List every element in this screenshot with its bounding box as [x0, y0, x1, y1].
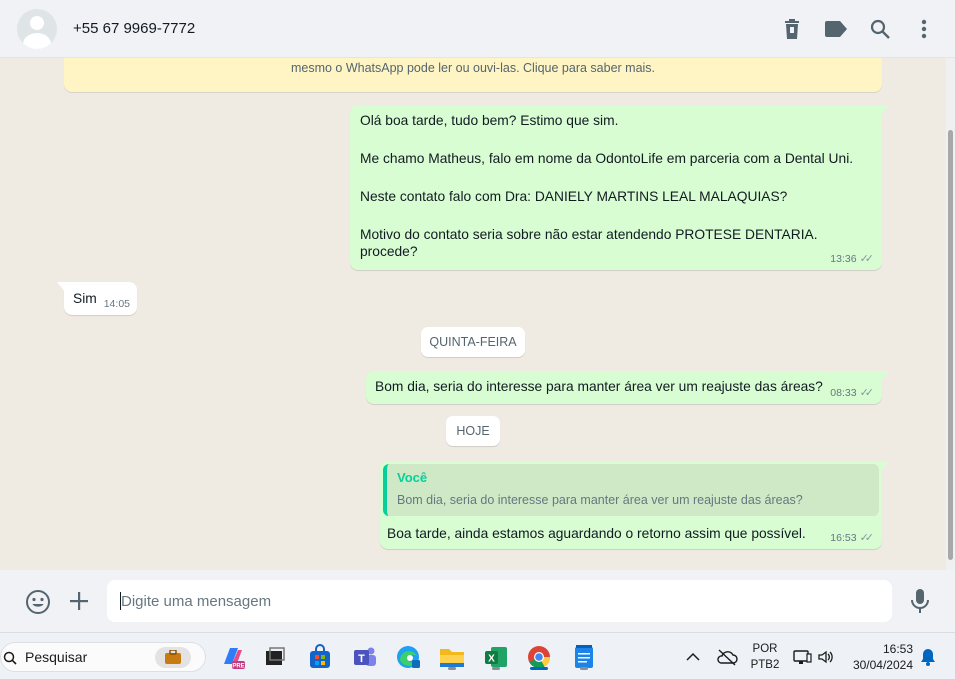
message-bubble-outgoing-reply[interactable]: Você Bom dia, seria do interesse para ma… — [380, 461, 889, 549]
taskbar-clock[interactable]: 16:53 30/04/2024 — [846, 641, 913, 673]
svg-text:PRE: PRE — [232, 664, 244, 670]
emoji-icon[interactable] — [25, 589, 51, 615]
edge-icon[interactable] — [393, 642, 423, 672]
taskbar-search[interactable]: Pesquisar — [0, 642, 206, 672]
language-code: POR — [752, 643, 778, 655]
double-check-icon: ✓✓ — [859, 531, 875, 544]
delete-icon[interactable] — [781, 15, 803, 43]
quoted-text: Bom dia, seria do interesse para manter … — [397, 492, 803, 507]
task-view-icon[interactable] — [260, 642, 290, 672]
chrome-icon[interactable] — [524, 642, 554, 672]
date-divider-label: HOJE — [456, 424, 490, 438]
copilot-icon[interactable]: PRE — [218, 642, 248, 672]
running-indicator — [448, 667, 456, 670]
microphone-icon[interactable] — [908, 587, 932, 615]
notification-bell-icon[interactable] — [920, 633, 936, 679]
message-meta: 13:36 ✓✓ — [830, 253, 874, 266]
chat-header: +55 67 9969-7772 — [0, 0, 955, 58]
double-check-icon: ✓✓ — [859, 252, 875, 265]
chevron-up-icon[interactable] — [684, 633, 702, 679]
teams-icon[interactable]: T — [350, 642, 380, 672]
bubble-tail — [881, 371, 889, 381]
scrollbar-thumb[interactable] — [948, 130, 953, 560]
message-text: Bom dia, seria do interesse para manter … — [375, 379, 823, 394]
header-actions — [781, 15, 935, 43]
message-input[interactable] — [107, 580, 892, 622]
quoted-message[interactable]: Você Bom dia, seria do interesse para ma… — [383, 464, 879, 516]
message-time: 14:05 — [103, 298, 130, 311]
message-bubble-incoming[interactable]: Sim 14:05 — [57, 282, 137, 315]
message-text: Me chamo Matheus, falo em nome da Odonto… — [360, 151, 854, 166]
date-divider: HOJE — [446, 416, 500, 446]
message-text: Sim — [73, 291, 97, 306]
message-meta: 14:05 — [104, 298, 130, 311]
contact-name[interactable]: +55 67 9969-7772 — [73, 20, 195, 37]
clock-date: 30/04/2024 — [852, 658, 913, 672]
double-check-icon: ✓✓ — [859, 386, 875, 399]
date-divider-label: QUINTA-FEIRA — [429, 335, 517, 349]
running-indicator — [492, 667, 500, 670]
network-icon[interactable] — [792, 633, 812, 679]
message-text: Boa tarde, ainda estamos aguardando o re… — [387, 526, 806, 541]
message-time: 16:53 — [830, 532, 857, 545]
message-meta: 16:53 ✓✓ — [830, 532, 874, 545]
volume-icon[interactable] — [817, 633, 835, 679]
avatar[interactable] — [17, 8, 57, 49]
taskbar-search-label: Pesquisar — [25, 649, 88, 665]
bubble-tail — [881, 461, 889, 471]
clock-time: 16:53 — [882, 642, 913, 656]
attach-plus-icon[interactable] — [67, 589, 91, 613]
file-explorer-icon[interactable] — [437, 642, 467, 672]
notepad-icon[interactable] — [569, 642, 599, 672]
svg-text:T: T — [358, 653, 365, 665]
encryption-notice[interactable]: mesmo o WhatsApp pode ler ou ouvi-las. C… — [64, 58, 882, 92]
message-bubble-outgoing[interactable]: Bom dia, seria do interesse para manter … — [366, 371, 889, 404]
cloud-off-icon[interactable] — [716, 633, 738, 679]
message-composer — [0, 570, 955, 632]
microsoft-store-icon[interactable] — [305, 642, 335, 672]
label-icon[interactable] — [825, 15, 847, 43]
windows-taskbar: Pesquisar PRE T X POR PTB2 16:53 30/04/2… — [0, 632, 955, 679]
message-time: 08:33 — [830, 387, 857, 400]
message-text: Motivo do contato seria sobre não estar … — [360, 227, 818, 259]
more-vertical-icon[interactable] — [913, 15, 935, 43]
message-text: Olá boa tarde, tudo bem? Estimo que sim. — [360, 113, 619, 128]
message-text: Neste contato falo com Dra: DANIELY MART… — [360, 189, 788, 204]
search-icon — [3, 651, 17, 665]
active-indicator — [530, 667, 548, 670]
excel-icon[interactable]: X — [481, 642, 511, 672]
message-bubble-outgoing[interactable]: Olá boa tarde, tudo bem? Estimo que sim.… — [350, 105, 889, 270]
chat-panel[interactable]: mesmo o WhatsApp pode ler ou ouvi-las. C… — [0, 58, 946, 570]
input-language[interactable]: POR PTB2 — [748, 641, 782, 673]
search-highlight-icon — [155, 647, 191, 668]
quoted-author: Você — [397, 470, 428, 485]
chat-scrollbar[interactable] — [946, 58, 955, 570]
message-meta: 08:33 ✓✓ — [830, 387, 874, 400]
search-icon[interactable] — [869, 15, 891, 43]
bubble-tail — [57, 282, 65, 292]
date-divider: QUINTA-FEIRA — [421, 327, 525, 357]
running-indicator — [580, 667, 588, 670]
bubble-tail — [881, 105, 889, 115]
svg-text:X: X — [488, 654, 495, 665]
message-time: 13:36 — [830, 253, 857, 266]
keyboard-layout: PTB2 — [750, 659, 780, 671]
text-caret — [120, 592, 121, 610]
encryption-notice-text: mesmo o WhatsApp pode ler ou ouvi-las. C… — [290, 61, 656, 75]
